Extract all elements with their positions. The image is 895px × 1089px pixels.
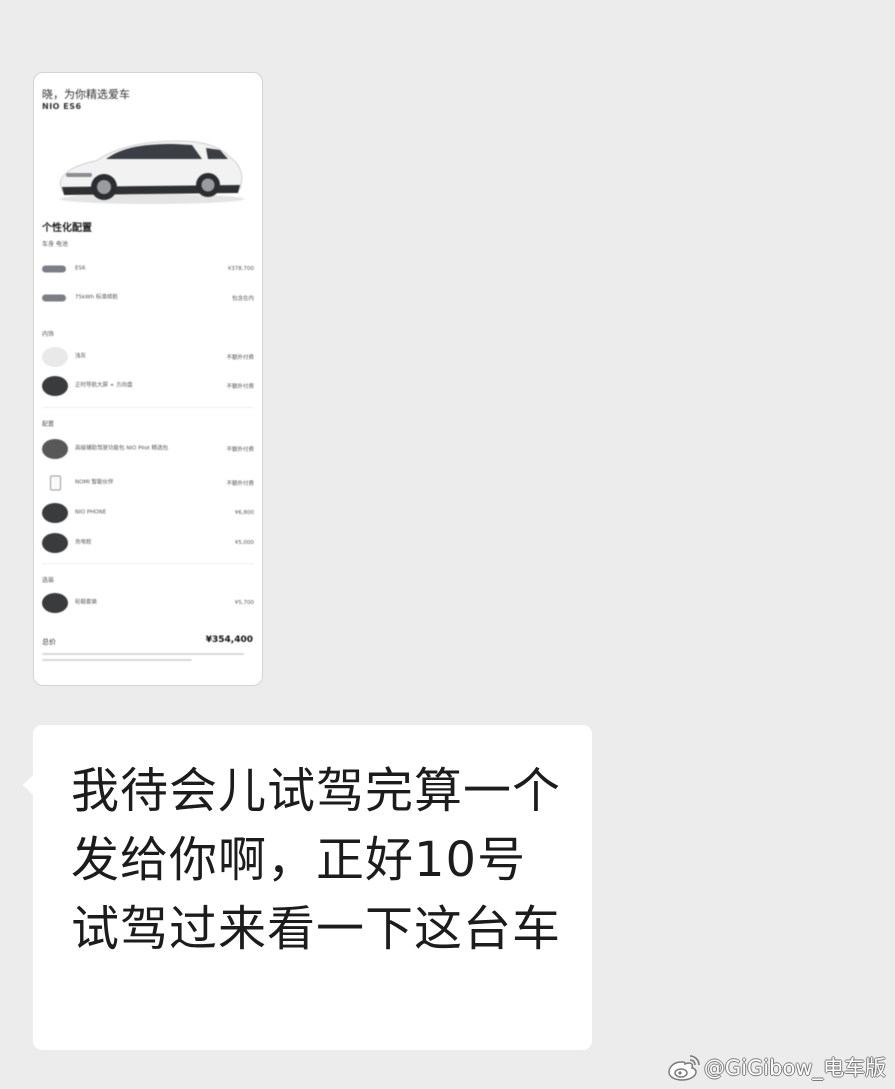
option-label: NOMI 智能伙伴 — [75, 479, 114, 486]
bubble-tail — [23, 775, 33, 795]
option-price: 包含在内 — [231, 296, 254, 302]
chat-message-text: 我待会儿试驾完算一个发给你啊，正好10号试驾过来看一下这台车 — [71, 763, 562, 957]
watermark: @GiGibow_电车版 — [668, 1051, 886, 1083]
option-row: 正时导航大屏 + 方向盘 不额外付费 — [42, 376, 254, 396]
color-swatch-icon — [42, 347, 68, 367]
option-row: 高级辅助驾驶功能包 NIO Pilot 精选包 不额外付费 — [42, 439, 254, 459]
option-row: ES6 ¥378,700 — [42, 259, 254, 279]
option-price: 不额外付费 — [226, 447, 254, 453]
option-label: ES6 — [75, 265, 86, 272]
option-price: ¥5,000 — [234, 540, 254, 546]
total-label: 总价 — [42, 638, 56, 646]
divider — [42, 407, 254, 408]
option-label: 轮毂套装 — [75, 599, 98, 606]
option-price: ¥378,700 — [227, 266, 254, 272]
option-label: 正时导航大屏 + 方向盘 — [75, 382, 133, 389]
color-swatch-icon — [42, 439, 68, 459]
option-price: 不额外付费 — [226, 355, 254, 361]
option-row: NOMI 智能伙伴 不额外付费 — [42, 473, 254, 493]
option-row: 轮毂套装 ¥5,700 — [42, 593, 254, 613]
group-title: 配置 — [42, 421, 55, 428]
option-row: NIO PHONE ¥6,800 — [42, 503, 254, 523]
wheel-icon — [42, 503, 68, 523]
watermark-text: @GiGibow_电车版 — [703, 1056, 886, 1080]
option-price: ¥6,800 — [234, 510, 254, 516]
option-price: 不额外付费 — [226, 481, 254, 487]
personalization-title: 个性化配置 — [42, 223, 92, 234]
car-image — [59, 140, 244, 204]
wheel-icon — [42, 533, 68, 553]
wheel-icon — [42, 593, 68, 613]
car-side-icon — [42, 294, 66, 302]
chat-message-bubble[interactable]: 我待会儿试驾完算一个发给你啊，正好10号试驾过来看一下这台车 — [23, 725, 592, 1050]
option-label: 高级辅助驾驶功能包 NIO Pilot 精选包 — [75, 445, 169, 452]
weibo-icon — [668, 1055, 700, 1081]
screenshot-greeting: 晓，为你精选爱车 — [42, 88, 130, 101]
wheel-icon — [42, 376, 68, 396]
option-price: 不额外付费 — [226, 384, 254, 390]
option-label: 浅灰 — [75, 353, 87, 360]
shared-screenshot-image[interactable]: 晓，为你精选爱车 NIO ES6 个性化配置 车身 电池 ES6 ¥378,70… — [33, 72, 263, 686]
fine-print-line — [42, 653, 244, 655]
option-row: 充电桩 ¥5,000 — [42, 533, 254, 553]
option-price: ¥5,700 — [234, 600, 254, 606]
option-label: 充电桩 — [75, 539, 92, 546]
phone-icon — [50, 475, 61, 491]
group-title: 内饰 — [42, 331, 55, 338]
fine-print-line — [42, 659, 192, 661]
option-label: NIO PHONE — [75, 509, 107, 516]
personalization-subtitle: 车身 电池 — [42, 241, 68, 248]
option-row: 浅灰 不额外付费 — [42, 347, 254, 367]
screenshot-model-name: NIO ES6 — [42, 102, 82, 111]
option-row: 75kWh 标准续航 包含在内 — [42, 288, 254, 308]
total-price: ¥354,400 — [205, 635, 253, 645]
option-label: 75kWh 标准续航 — [75, 294, 118, 301]
car-side-icon — [42, 265, 66, 273]
group-title: 选装 — [42, 577, 55, 584]
divider — [42, 563, 254, 564]
